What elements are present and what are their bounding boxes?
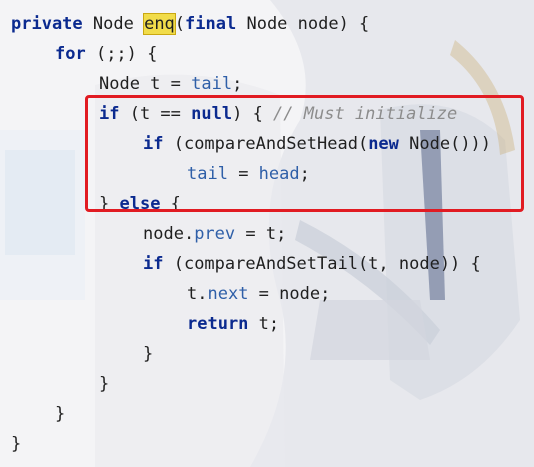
code-text: Node t = (99, 74, 192, 94)
code-text: } (143, 344, 154, 364)
code-keyword: if (143, 254, 164, 274)
code-keyword: else (119, 194, 161, 214)
code-text: { (160, 194, 181, 214)
code-text: (compareAndSetTail(t, node)) { (163, 254, 481, 274)
code-keyword: new (368, 134, 399, 154)
code-text: ) { (232, 104, 274, 124)
code-line: if (compareAndSetTail(t, node)) { (0, 249, 534, 279)
code-editor[interactable]: private Node enq(final Node node) { for … (0, 0, 534, 467)
code-text: } (99, 374, 110, 394)
code-area[interactable]: private Node enq(final Node node) { for … (0, 9, 534, 459)
code-line: Node t = tail; (0, 69, 534, 99)
code-text: = node; (248, 284, 331, 304)
code-line: } (0, 399, 534, 429)
code-text: Node (82, 14, 145, 34)
code-line: tail = head; (0, 159, 534, 189)
code-line: for (;;) { (0, 39, 534, 69)
code-keyword: final (185, 14, 237, 34)
code-line: return t; (0, 309, 534, 339)
code-keyword: for (55, 44, 86, 64)
code-text: Node node) { (236, 14, 370, 34)
code-line: node.prev = t; (0, 219, 534, 249)
code-keyword: if (99, 104, 120, 124)
code-line: } else { (0, 189, 534, 219)
code-text: = t; (235, 224, 287, 244)
code-text: ; (232, 74, 243, 94)
code-line: } (0, 339, 534, 369)
code-line: } (0, 369, 534, 399)
code-line: if (compareAndSetHead(new Node())) (0, 129, 534, 159)
code-text: (compareAndSetHead( (163, 134, 369, 154)
code-text: ( (174, 14, 186, 34)
code-text: (;;) { (85, 44, 158, 64)
code-text: } (99, 194, 120, 214)
code-text: t; (248, 314, 280, 334)
code-keyword: return (187, 314, 249, 334)
code-line: private Node enq(final Node node) { (0, 9, 534, 39)
code-text: t. (187, 284, 208, 304)
code-text: Node())) (398, 134, 492, 154)
code-field: prev (194, 224, 236, 244)
code-field: head (258, 164, 300, 184)
code-text: = (227, 164, 259, 184)
code-field: tail (187, 164, 228, 184)
code-text: node. (143, 224, 195, 244)
code-text: } (55, 404, 66, 424)
code-line: if (t == null) { // Must initialize (0, 99, 534, 129)
code-line: } (0, 429, 534, 459)
code-field: tail (191, 74, 233, 94)
code-text: } (11, 434, 22, 454)
code-text: ; (299, 164, 310, 184)
code-keyword: null (191, 104, 233, 124)
code-keyword: private (11, 14, 83, 34)
code-text: (t == (119, 104, 192, 124)
code-comment: // Must initialize (273, 104, 458, 124)
code-field: next (207, 284, 249, 304)
code-line: t.next = node; (0, 279, 534, 309)
caret-word: enq (143, 13, 176, 35)
code-keyword: if (143, 134, 164, 154)
